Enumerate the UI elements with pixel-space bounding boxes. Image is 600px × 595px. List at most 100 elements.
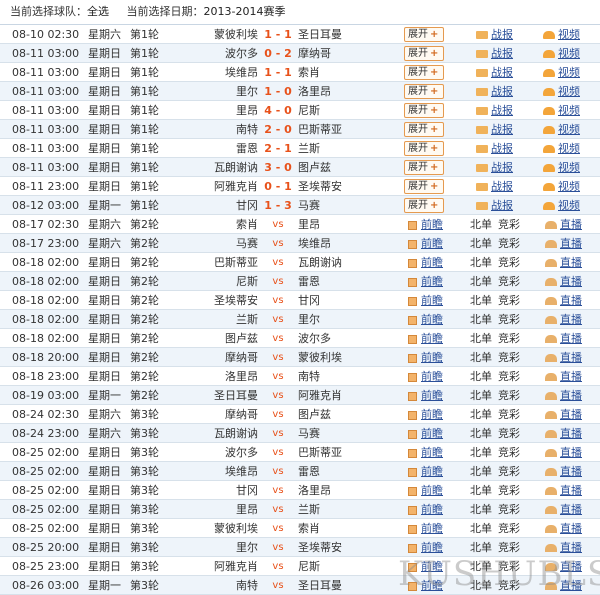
live-link[interactable]: 直播 [560,427,582,440]
preview-link[interactable]: 前瞻 [421,294,443,307]
live-link[interactable]: 直播 [560,275,582,288]
preview-link[interactable]: 前瞻 [421,446,443,459]
beidan-label: 北单 [470,484,492,497]
preview-link[interactable]: 前瞻 [421,541,443,554]
live-link[interactable]: 直播 [560,522,582,535]
preview-link[interactable]: 前瞻 [421,427,443,440]
report-icon [476,164,488,172]
expand-button[interactable]: 展开 + [404,179,444,194]
preview-link[interactable]: 前瞻 [421,503,443,516]
preview-cell: 前瞻 [408,348,443,367]
match-round: 第2轮 [130,389,159,402]
away-team: 洛里昂 [298,85,331,98]
live-link[interactable]: 直播 [560,237,582,250]
report-link[interactable]: 战报 [491,142,513,155]
preview-link[interactable]: 前瞻 [421,237,443,250]
video-link[interactable]: 视频 [558,161,580,174]
live-link[interactable]: 直播 [560,370,582,383]
preview-link[interactable]: 前瞻 [421,389,443,402]
video-link[interactable]: 视频 [558,85,580,98]
report-cell: 战报 [476,25,513,44]
video-link[interactable]: 视频 [558,142,580,155]
match-score: 4 - 0 [264,104,292,117]
live-link[interactable]: 直播 [560,256,582,269]
video-link[interactable]: 视频 [558,199,580,212]
live-link[interactable]: 直播 [560,294,582,307]
match-datetime: 08-11 03:00 [12,47,80,60]
expand-button[interactable]: 展开 + [404,122,444,137]
report-cell: 战报 [476,177,513,196]
expand-button[interactable]: 展开 + [404,46,444,61]
fixture-row: 08-18 02:00 星期日 第2轮 兰斯 vs 里尔 前瞻 北单 竞彩 直播 [0,310,600,329]
live-link[interactable]: 直播 [560,446,582,459]
match-round: 第3轮 [130,427,159,440]
preview-icon [408,372,417,382]
expand-button[interactable]: 展开 + [404,65,444,80]
report-link[interactable]: 战报 [491,161,513,174]
match-datetime: 08-11 03:00 [12,66,80,79]
preview-link[interactable]: 前瞻 [421,351,443,364]
live-link[interactable]: 直播 [560,389,582,402]
video-link[interactable]: 视频 [558,66,580,79]
fixture-row: 08-11 03:00 星期日 第1轮 里尔 1 - 0 洛里昂 展开 + 战报 视频 [0,82,600,101]
match-score: 2 - 0 [264,123,292,136]
expand-button[interactable]: 展开 + [404,141,444,156]
live-link[interactable]: 直播 [560,541,582,554]
preview-link[interactable]: 前瞻 [421,484,443,497]
preview-link[interactable]: 前瞻 [421,522,443,535]
beidan-label: 北单 [470,522,492,535]
beidan-label: 北单 [470,465,492,478]
away-team: 图卢兹 [298,161,331,174]
report-link[interactable]: 战报 [491,47,513,60]
live-link[interactable]: 直播 [560,484,582,497]
match-datetime: 08-25 02:00 [12,465,80,478]
preview-link[interactable]: 前瞻 [421,256,443,269]
video-link[interactable]: 视频 [558,104,580,117]
date-filter-value[interactable]: 2013-2014赛季 [204,5,286,18]
preview-link[interactable]: 前瞻 [421,275,443,288]
expand-button[interactable]: 展开 + [404,84,444,99]
report-link[interactable]: 战报 [491,28,513,41]
fixture-row: 08-11 23:00 星期日 第1轮 阿雅克肖 0 - 1 圣埃蒂安 展开 + 战报 视频 [0,177,600,196]
report-link[interactable]: 战报 [491,85,513,98]
match-round: 第1轮 [130,161,159,174]
video-link[interactable]: 视频 [558,180,580,193]
preview-link[interactable]: 前瞻 [421,465,443,478]
report-link[interactable]: 战报 [491,123,513,136]
report-icon [476,145,488,153]
live-link[interactable]: 直播 [560,503,582,516]
report-link[interactable]: 战报 [491,104,513,117]
preview-link[interactable]: 前瞻 [421,218,443,231]
expand-button[interactable]: 展开 + [404,27,444,42]
video-link[interactable]: 视频 [558,28,580,41]
video-link[interactable]: 视频 [558,47,580,60]
live-link[interactable]: 直播 [560,465,582,478]
beidan-label: 北单 [470,427,492,440]
team-filter-value[interactable]: 全选 [87,5,109,18]
video-icon [543,145,555,153]
preview-link[interactable]: 前瞻 [421,313,443,326]
vs-separator: vs [272,219,284,230]
expand-button[interactable]: 展开 + [404,198,444,213]
beidan-label: 北单 [470,332,492,345]
live-cell: 直播 [545,367,582,386]
expand-button[interactable]: 展开 + [404,103,444,118]
live-link[interactable]: 直播 [560,332,582,345]
report-link[interactable]: 战报 [491,199,513,212]
live-link[interactable]: 直播 [560,408,582,421]
video-link[interactable]: 视频 [558,123,580,136]
preview-icon [408,524,417,534]
live-link[interactable]: 直播 [560,218,582,231]
match-weekday: 星期六 [88,427,121,440]
preview-link[interactable]: 前瞻 [421,408,443,421]
expand-button[interactable]: 展开 + [404,160,444,175]
report-icon [476,202,488,210]
live-link[interactable]: 直播 [560,351,582,364]
report-link[interactable]: 战报 [491,66,513,79]
preview-link[interactable]: 前瞻 [421,370,443,383]
fixture-row: 08-17 23:00 星期六 第2轮 马赛 vs 埃维昂 前瞻 北单 竞彩 直播 [0,234,600,253]
preview-link[interactable]: 前瞻 [421,332,443,345]
match-weekday: 星期日 [88,180,121,193]
live-link[interactable]: 直播 [560,313,582,326]
report-link[interactable]: 战报 [491,180,513,193]
